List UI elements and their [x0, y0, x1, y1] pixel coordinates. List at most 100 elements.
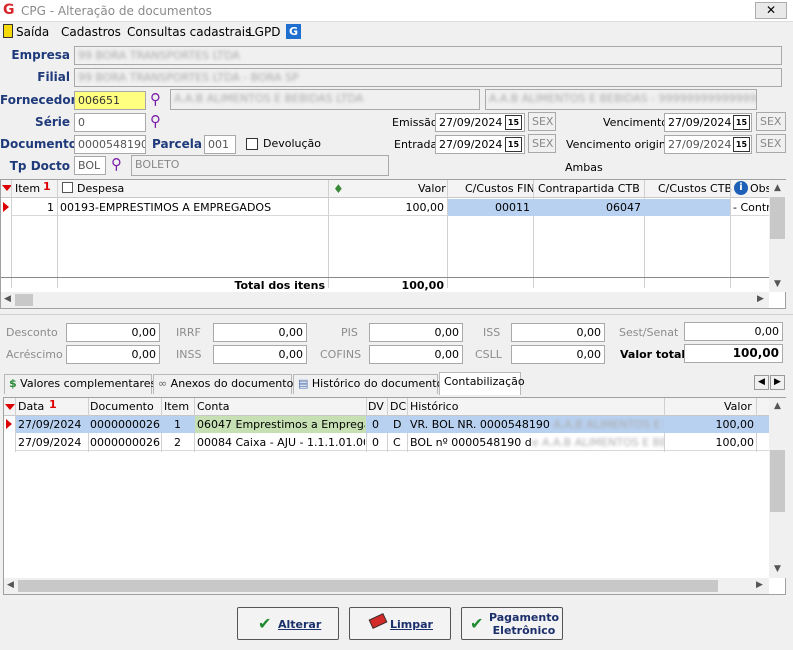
emissao-label: Emissão: [392, 116, 438, 129]
ledger-scroll-right-icon[interactable]: ▶: [756, 580, 763, 590]
ledger-row2-dv: 0: [372, 436, 379, 449]
tab-anexos[interactable]: ∞ Anexos do documento: [153, 374, 293, 394]
tab-prev-icon[interactable]: ◀: [754, 375, 769, 390]
tab-historico[interactable]: ▤ Histórico do documento: [293, 374, 443, 394]
ledger-row2-data: 27/09/2024: [18, 436, 82, 449]
menu-saida[interactable]: Saída: [16, 25, 49, 39]
acrescimo-field[interactable]: 0,00: [66, 345, 160, 364]
exit-icon: [3, 24, 13, 38]
app-logo-icon: G: [3, 2, 15, 18]
menu-cadastros[interactable]: Cadastros: [61, 25, 121, 39]
iss-field[interactable]: 0,00: [511, 323, 605, 342]
pis-field[interactable]: 0,00: [369, 323, 463, 342]
col-item-header-ledger[interactable]: Item: [164, 400, 189, 413]
entrada-day: SEX: [528, 134, 556, 153]
items-vscroll-thumb[interactable]: [770, 197, 785, 239]
tpdocto-code-input[interactable]: BOL: [74, 156, 106, 175]
ledger-row2-conta: 00084 Caixa - AJU - 1.1.1.01.0008: [197, 436, 365, 449]
col-ccustos-ctb-header[interactable]: C/Custos CTB: [658, 182, 732, 195]
col-historico-header[interactable]: Histórico: [410, 400, 458, 413]
col-documento-header[interactable]: Documento: [90, 400, 154, 413]
ledger-row1-valor: 100,00: [715, 418, 755, 431]
inss-field[interactable]: 0,00: [213, 345, 307, 364]
pagamento-eletronico-button[interactable]: ✔ Pagamento Eletrônico: [461, 607, 563, 640]
total-items-label: Total dos itens: [234, 279, 325, 292]
col-ccustos-fin-header[interactable]: C/Custos FIN: [465, 182, 535, 195]
menu-consultas[interactable]: Consultas cadastrais: [127, 25, 251, 39]
fornecedor-code-input[interactable]: 006651: [74, 91, 146, 110]
tpdocto-label: Tp Docto: [9, 159, 70, 173]
col-data-header[interactable]: Data: [18, 400, 44, 413]
col-despesa-header[interactable]: Despesa: [77, 182, 124, 195]
vencimento-calendar-icon[interactable]: 15: [733, 115, 750, 130]
ledger-hscroll-thumb[interactable]: [18, 580, 718, 592]
ledger-vscrollbar[interactable]: ▲ ▼: [769, 398, 786, 578]
ledger-grid[interactable]: Data 1 Documento Item Conta DV DC Histór…: [3, 397, 786, 595]
tab-next-icon[interactable]: ▶: [770, 375, 785, 390]
ledger-scroll-up-icon[interactable]: ▲: [774, 401, 781, 411]
cofins-field[interactable]: 0,00: [369, 345, 463, 364]
venc-original-calendar-icon[interactable]: 15: [733, 137, 750, 152]
sest-senat-field[interactable]: 0,00: [684, 322, 783, 341]
col-valor-header-ledger[interactable]: Valor: [724, 400, 752, 413]
entrada-calendar-icon[interactable]: 15: [505, 137, 522, 152]
ledger-scroll-left-icon[interactable]: ◀: [7, 580, 14, 590]
tab-valores-complementares[interactable]: $ Valores complementares: [4, 374, 156, 394]
tab-contabilizacao[interactable]: Contabilização: [439, 372, 525, 395]
cofins-label: COFINS: [320, 348, 362, 361]
col-dc-header[interactable]: DC: [390, 400, 406, 413]
check-icon: ✔: [470, 614, 484, 633]
scroll-left-icon[interactable]: ◀: [4, 294, 11, 304]
close-button[interactable]: ✕: [755, 2, 787, 19]
row-valor: 100,00: [405, 201, 445, 214]
items-grid[interactable]: Item 1 Despesa ♦ Valor C/Custos FIN Cont…: [0, 179, 786, 309]
row-ccustos-fin: 00011: [495, 201, 530, 214]
lgpd-logo-icon: G: [286, 24, 301, 39]
row-despesa: 00193-EMPRESTIMOS A EMPREGADOS: [60, 201, 272, 214]
col-valor-header[interactable]: Valor: [418, 182, 446, 195]
window-title: CPG - Alteração de documentos: [21, 4, 212, 18]
emissao-day: SEX: [528, 112, 556, 131]
serie-input[interactable]: 0: [74, 113, 146, 132]
ledger-sort-order-icon: 1: [49, 398, 57, 411]
emissao-calendar-icon[interactable]: 15: [505, 115, 522, 130]
money-tab-icon: $: [9, 377, 17, 390]
devolucao-checkbox[interactable]: [246, 138, 258, 150]
items-hscrollbar[interactable]: ◀ ▶: [1, 292, 769, 308]
ledger-vscroll-thumb[interactable]: [770, 450, 785, 512]
ledger-row2-documento: 0000000026: [90, 436, 160, 449]
col-dv-header[interactable]: DV: [368, 400, 384, 413]
col-contrapartida-header[interactable]: Contrapartida CTB: [538, 182, 640, 195]
scroll-down-icon[interactable]: ▼: [774, 279, 781, 289]
search-tpdocto-icon[interactable]: ⚲: [111, 157, 122, 172]
venc-original-day: SEX: [756, 134, 786, 153]
fornecedor-extra: A.A.B ALIMENTOS E BEBIDAS - 999999999999…: [489, 92, 757, 105]
irrf-label: IRRF: [176, 326, 201, 339]
venc-original-label: Vencimento original: [566, 138, 676, 151]
documento-label: Documento: [0, 137, 78, 151]
limpar-button[interactable]: Limpar: [349, 607, 451, 640]
col-conta-header[interactable]: Conta: [197, 400, 229, 413]
alterar-button[interactable]: ✔ Alterar: [237, 607, 339, 640]
desconto-field[interactable]: 0,00: [66, 323, 160, 342]
ambas-label: Ambas: [565, 161, 603, 174]
ledger-hscrollbar[interactable]: ◀ ▶: [4, 578, 769, 594]
ledger-scroll-down-icon[interactable]: ▼: [774, 564, 781, 574]
items-hscroll-thumb[interactable]: [15, 294, 33, 306]
scroll-up-icon[interactable]: ▲: [774, 183, 781, 193]
documento-input[interactable]: 0000548190: [74, 135, 146, 154]
items-vscrollbar[interactable]: ▲ ▼: [769, 180, 786, 292]
search-serie-icon[interactable]: ⚲: [150, 114, 161, 129]
acrescimo-label: Acréscimo: [6, 348, 63, 361]
menu-lgpd[interactable]: LGPD: [248, 25, 280, 39]
col-item-header[interactable]: Item: [15, 182, 40, 195]
scroll-right-icon[interactable]: ▶: [757, 294, 764, 304]
parcela-input[interactable]: 001: [204, 135, 236, 154]
sest-senat-label: Sest/Senat: [619, 326, 679, 339]
entrada-label: Entrada: [394, 138, 438, 151]
row-contrapartida: 06047: [606, 201, 641, 214]
empresa-label: Empresa: [11, 48, 70, 62]
irrf-field[interactable]: 0,00: [213, 323, 307, 342]
search-fornecedor-icon[interactable]: ⚲: [150, 92, 161, 107]
csll-field[interactable]: 0,00: [511, 345, 605, 364]
